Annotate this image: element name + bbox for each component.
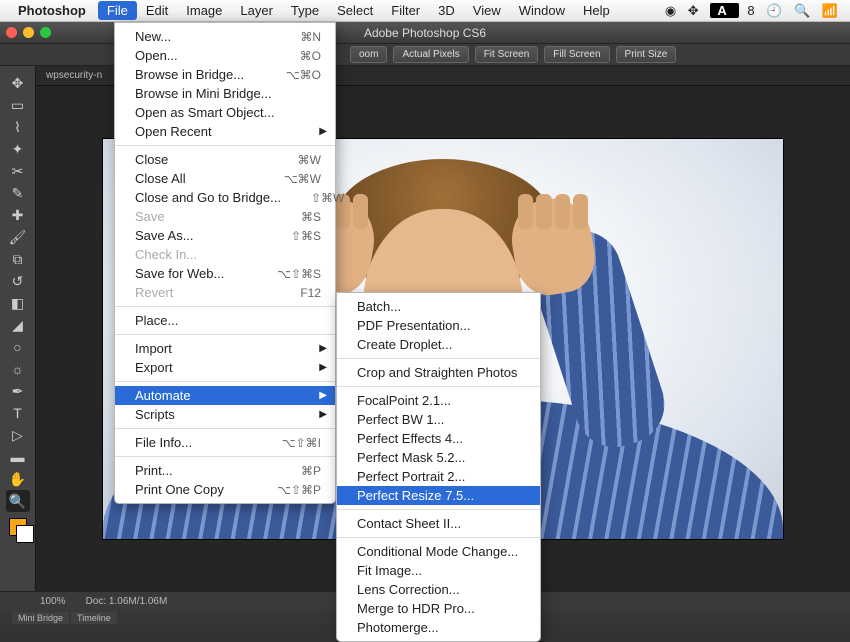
heal-tool-icon[interactable]: ✚ <box>6 204 30 226</box>
badge-count: 8 <box>747 3 754 18</box>
menu-file[interactable]: File <box>98 1 137 20</box>
app-name[interactable]: Photoshop <box>18 3 86 18</box>
zoom-label[interactable]: oom <box>350 46 387 63</box>
file-browse-bridge[interactable]: Browse in Bridge...⌥⌘O <box>115 65 335 84</box>
automate-lens-correction[interactable]: Lens Correction... <box>337 580 540 599</box>
fit-screen-button[interactable]: Fit Screen <box>475 46 539 63</box>
submenu-arrow-icon: ▶ <box>319 126 327 137</box>
file-browse-mini-bridge[interactable]: Browse in Mini Bridge... <box>115 84 335 103</box>
menu-image[interactable]: Image <box>177 1 231 20</box>
print-size-button[interactable]: Print Size <box>616 46 677 63</box>
file-print[interactable]: Print...⌘P <box>115 461 335 480</box>
document-tab[interactable]: wpsecurity-n <box>46 70 102 81</box>
automate-perfect-portrait[interactable]: Perfect Portrait 2... <box>337 467 540 486</box>
automate-fit-image[interactable]: Fit Image... <box>337 561 540 580</box>
file-new[interactable]: New...⌘N <box>115 27 335 46</box>
automate-batch[interactable]: Batch... <box>337 297 540 316</box>
wand-tool-icon[interactable]: ✦ <box>6 138 30 160</box>
file-info[interactable]: File Info...⌥⇧⌘I <box>115 433 335 452</box>
blur-tool-icon[interactable]: ○ <box>6 336 30 358</box>
file-open-recent[interactable]: Open Recent▶ <box>115 122 335 141</box>
mini-bridge-tab[interactable]: Mini Bridge <box>12 612 69 624</box>
automate-pdf-presentation[interactable]: PDF Presentation... <box>337 316 540 335</box>
mac-menubar: Photoshop File Edit Image Layer Type Sel… <box>0 0 850 22</box>
automate-submenu: Batch... PDF Presentation... Create Drop… <box>336 292 541 642</box>
menubar-right-icons: ◉ ✥ A 8 🕘 🔍 📶 <box>661 3 842 19</box>
move-tool-icon[interactable]: ✥ <box>6 72 30 94</box>
menu-select[interactable]: Select <box>328 1 382 20</box>
file-close[interactable]: Close⌘W <box>115 150 335 169</box>
file-close-all[interactable]: Close All⌥⌘W <box>115 169 335 188</box>
file-menu: New...⌘N Open...⌘O Browse in Bridge...⌥⌘… <box>114 22 336 504</box>
stamp-tool-icon[interactable]: ⧉ <box>6 248 30 270</box>
file-open-smart-object[interactable]: Open as Smart Object... <box>115 103 335 122</box>
wifi-icon[interactable]: 📶 <box>822 3 838 18</box>
menu-help[interactable]: Help <box>574 1 619 20</box>
submenu-arrow-icon: ▶ <box>319 409 327 420</box>
automate-crop-straighten[interactable]: Crop and Straighten Photos <box>337 363 540 382</box>
file-save-for-web[interactable]: Save for Web...⌥⇧⌘S <box>115 264 335 283</box>
search-icon[interactable]: 🔍 <box>794 3 810 18</box>
marquee-tool-icon[interactable]: ▭ <box>6 94 30 116</box>
file-revert: RevertF12 <box>115 283 335 302</box>
file-place[interactable]: Place... <box>115 311 335 330</box>
lasso-tool-icon[interactable]: ⌇ <box>6 116 30 138</box>
submenu-arrow-icon: ▶ <box>319 362 327 373</box>
menu-type[interactable]: Type <box>282 1 328 20</box>
file-save: Save⌘S <box>115 207 335 226</box>
foreground-color-swatch[interactable] <box>9 518 27 536</box>
doc-size[interactable]: Doc: 1.06M/1.06M <box>86 596 168 607</box>
menu-filter[interactable]: Filter <box>382 1 429 20</box>
zoom-level[interactable]: 100% <box>40 596 66 607</box>
submenu-arrow-icon: ▶ <box>319 343 327 354</box>
automate-focalpoint[interactable]: FocalPoint 2.1... <box>337 391 540 410</box>
automate-photomerge[interactable]: Photomerge... <box>337 618 540 637</box>
file-import[interactable]: Import▶ <box>115 339 335 358</box>
file-scripts[interactable]: Scripts▶ <box>115 405 335 424</box>
automate-conditional-mode[interactable]: Conditional Mode Change... <box>337 542 540 561</box>
eyedropper-tool-icon[interactable]: ✎ <box>6 182 30 204</box>
history-brush-tool-icon[interactable]: ↺ <box>6 270 30 292</box>
file-export[interactable]: Export▶ <box>115 358 335 377</box>
zoom-tool-icon[interactable]: 🔍 <box>6 490 30 512</box>
brush-tool-icon[interactable]: 🖌 <box>6 226 30 248</box>
hand-tool-icon[interactable]: ✋ <box>6 468 30 490</box>
menu-view[interactable]: View <box>464 1 510 20</box>
file-automate[interactable]: Automate▶ <box>115 386 335 405</box>
menu-layer[interactable]: Layer <box>231 1 282 20</box>
pen-tool-icon[interactable]: ✒ <box>6 380 30 402</box>
crop-tool-icon[interactable]: ✂ <box>6 160 30 182</box>
automate-perfect-mask[interactable]: Perfect Mask 5.2... <box>337 448 540 467</box>
automate-contact-sheet[interactable]: Contact Sheet II... <box>337 514 540 533</box>
eraser-tool-icon[interactable]: ◧ <box>6 292 30 314</box>
timeline-tab[interactable]: Timeline <box>71 612 117 624</box>
file-check-in: Check In... <box>115 245 335 264</box>
automate-perfect-bw[interactable]: Perfect BW 1... <box>337 410 540 429</box>
menu-3d[interactable]: 3D <box>429 1 464 20</box>
actual-pixels-button[interactable]: Actual Pixels <box>393 46 468 63</box>
image-fingers <box>518 194 588 229</box>
clock-icon[interactable]: 🕘 <box>766 3 782 18</box>
automate-perfect-effects[interactable]: Perfect Effects 4... <box>337 429 540 448</box>
shape-tool-icon[interactable]: ▬ <box>6 446 30 468</box>
automate-merge-hdr[interactable]: Merge to HDR Pro... <box>337 599 540 618</box>
sync-icon[interactable]: ✥ <box>688 3 699 18</box>
dodge-tool-icon[interactable]: ☼ <box>6 358 30 380</box>
automate-perfect-resize[interactable]: Perfect Resize 7.5... <box>337 486 540 505</box>
file-print-one-copy[interactable]: Print One Copy⌥⇧⌘P <box>115 480 335 499</box>
status-icon[interactable]: ◉ <box>665 3 676 18</box>
path-tool-icon[interactable]: ▷ <box>6 424 30 446</box>
gradient-tool-icon[interactable]: ◢ <box>6 314 30 336</box>
file-save-as[interactable]: Save As...⇧⌘S <box>115 226 335 245</box>
submenu-arrow-icon: ▶ <box>319 390 327 401</box>
file-close-bridge[interactable]: Close and Go to Bridge...⇧⌘W <box>115 188 335 207</box>
adobe-badge[interactable]: A <box>710 3 739 18</box>
fill-screen-button[interactable]: Fill Screen <box>544 46 609 63</box>
type-tool-icon[interactable]: T <box>6 402 30 424</box>
file-open[interactable]: Open...⌘O <box>115 46 335 65</box>
automate-create-droplet[interactable]: Create Droplet... <box>337 335 540 354</box>
menu-edit[interactable]: Edit <box>137 1 177 20</box>
tools-panel: ✥ ▭ ⌇ ✦ ✂ ✎ ✚ 🖌 ⧉ ↺ ◧ ◢ ○ ☼ ✒ T ▷ ▬ ✋ 🔍 <box>0 66 36 591</box>
menu-window[interactable]: Window <box>510 1 574 20</box>
